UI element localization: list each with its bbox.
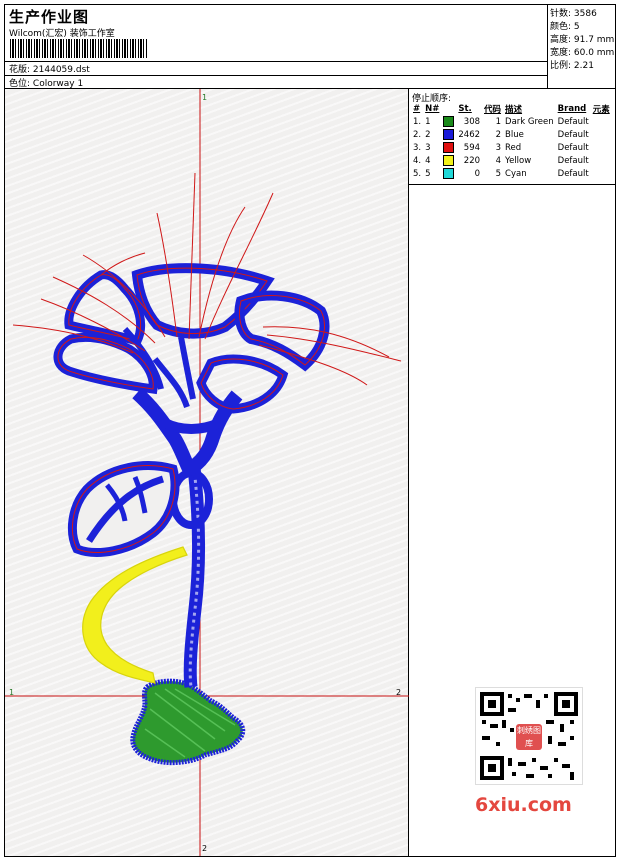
col-header-needle: N#	[425, 103, 440, 114]
row-brand: Default	[557, 116, 589, 127]
table-header-row: # N# St. 代码 描述 Brand 元素	[411, 102, 612, 115]
row-code: 2	[495, 129, 502, 140]
row-stitches: 2462	[458, 129, 481, 140]
row-element	[591, 128, 612, 141]
row-code: 4	[495, 155, 502, 166]
row-element	[591, 167, 612, 180]
row-code: 3	[495, 142, 502, 153]
colorway-label: 色位:	[9, 79, 31, 89]
axis-label-right: 2	[396, 688, 402, 697]
row-brand: Default	[557, 129, 589, 140]
col-header-element: 元素	[592, 104, 610, 115]
stop-sequence-table: # N# St. 代码 描述 Brand 元素 1. 1 308 1 Dark …	[411, 102, 612, 180]
table-row[interactable]: 5. 5 0 5 Cyan Default	[411, 167, 612, 180]
green-base-fill	[130, 678, 246, 766]
row-element	[591, 154, 612, 167]
row-needle: 5	[425, 168, 431, 179]
qr-code: 刺绣图库	[475, 687, 583, 785]
table-row[interactable]: 1. 1 308 1 Dark Green Default	[411, 115, 612, 128]
row-index: 4.	[413, 155, 422, 166]
yellow-satin-fill	[82, 546, 188, 684]
sheet-title: 生产作业图	[9, 8, 90, 26]
row-needle: 2	[425, 129, 431, 140]
color-swatch	[443, 129, 455, 140]
stat-height: 高度: 91.7 mm	[550, 35, 615, 45]
company-name: Wilcom(汇宏) 装饰工作室	[9, 29, 115, 39]
site-watermark[interactable]: 6xiu.com	[475, 794, 572, 816]
col-header-index: #	[413, 103, 421, 114]
stop-sequence-panel: 停止顺序: # N# St. 代码 描述 Brand 元素 1. 1 308 1…	[409, 89, 615, 856]
row-stitches: 220	[463, 155, 481, 166]
row-description: Red	[505, 142, 522, 153]
row-brand: Default	[557, 142, 589, 153]
stat-width: 宽度: 60.0 mm	[550, 48, 615, 58]
barcode	[10, 39, 148, 58]
row-code: 5	[495, 168, 502, 179]
col-header-code: 代码	[484, 104, 502, 115]
table-row[interactable]: 2. 2 2462 2 Blue Default	[411, 128, 612, 141]
colorway-value: Colorway 1	[32, 79, 84, 89]
table-row[interactable]: 4. 4 220 4 Yellow Default	[411, 154, 612, 167]
axis-label-bottom: 2	[202, 844, 208, 853]
production-sheet: 生产作业图 Wilcom(汇宏) 装饰工作室 花版: 2144059.dst 色…	[4, 4, 616, 857]
table-bottom-divider	[409, 184, 615, 185]
row-element	[591, 115, 612, 128]
row-code: 1	[495, 116, 502, 127]
stat-colors: 颜色: 5	[550, 22, 580, 32]
qr-center-stamp: 刺绣图库	[516, 724, 542, 750]
col-header-description: 描述	[505, 104, 523, 115]
row-needle: 4	[425, 155, 431, 166]
row-color-cell	[441, 167, 456, 180]
row-index: 5.	[413, 168, 422, 179]
design-canvas[interactable]: 1 1 2 2	[5, 89, 409, 856]
row-color-cell	[441, 115, 456, 128]
table-row[interactable]: 3. 3 594 3 Red Default	[411, 141, 612, 154]
row-needle: 3	[425, 142, 431, 153]
header-divider-2	[5, 75, 548, 76]
row-description: Yellow	[505, 155, 532, 166]
col-header-brand: Brand	[557, 103, 587, 114]
row-brand: Default	[557, 155, 589, 166]
row-element	[591, 141, 612, 154]
design-row: 花版: 2144059.dst	[9, 62, 90, 75]
colorway-row: 色位: Colorway 1	[9, 76, 83, 89]
color-swatch	[443, 168, 455, 179]
stat-scale: 比例: 2.21	[550, 61, 594, 71]
row-brand: Default	[557, 168, 589, 179]
design-stats: 针数: 3586 颜色: 5 高度: 91.7 mm 宽度: 60.0 mm 比…	[548, 5, 615, 89]
embroidery-preview	[5, 89, 409, 856]
row-index: 1.	[413, 116, 422, 127]
axis-label-top: 1	[202, 93, 208, 102]
row-stitches: 594	[463, 142, 481, 153]
color-swatch	[443, 142, 455, 153]
row-description: Cyan	[505, 168, 527, 179]
row-needle: 1	[425, 116, 431, 127]
color-swatch	[443, 116, 455, 127]
red-stamen-lines	[12, 172, 402, 386]
row-index: 2.	[413, 129, 422, 140]
row-color-cell	[441, 141, 456, 154]
row-stitches: 0	[474, 168, 481, 179]
col-header-color	[441, 102, 456, 115]
row-description: Dark Green	[505, 116, 554, 127]
sheet-header: 生产作业图 Wilcom(汇宏) 装饰工作室 花版: 2144059.dst 色…	[5, 5, 548, 89]
color-swatch	[443, 155, 455, 166]
blue-petal-front	[196, 354, 289, 414]
design-value: 2144059.dst	[32, 65, 90, 75]
row-color-cell	[441, 128, 456, 141]
row-color-cell	[441, 154, 456, 167]
row-description: Blue	[505, 129, 524, 140]
stat-stitches: 针数: 3586	[550, 9, 597, 19]
design-label: 花版:	[9, 65, 31, 75]
row-index: 3.	[413, 142, 422, 153]
col-header-stitches: St.	[458, 103, 472, 114]
row-stitches: 308	[463, 116, 481, 127]
axis-label-left: 1	[9, 688, 15, 697]
